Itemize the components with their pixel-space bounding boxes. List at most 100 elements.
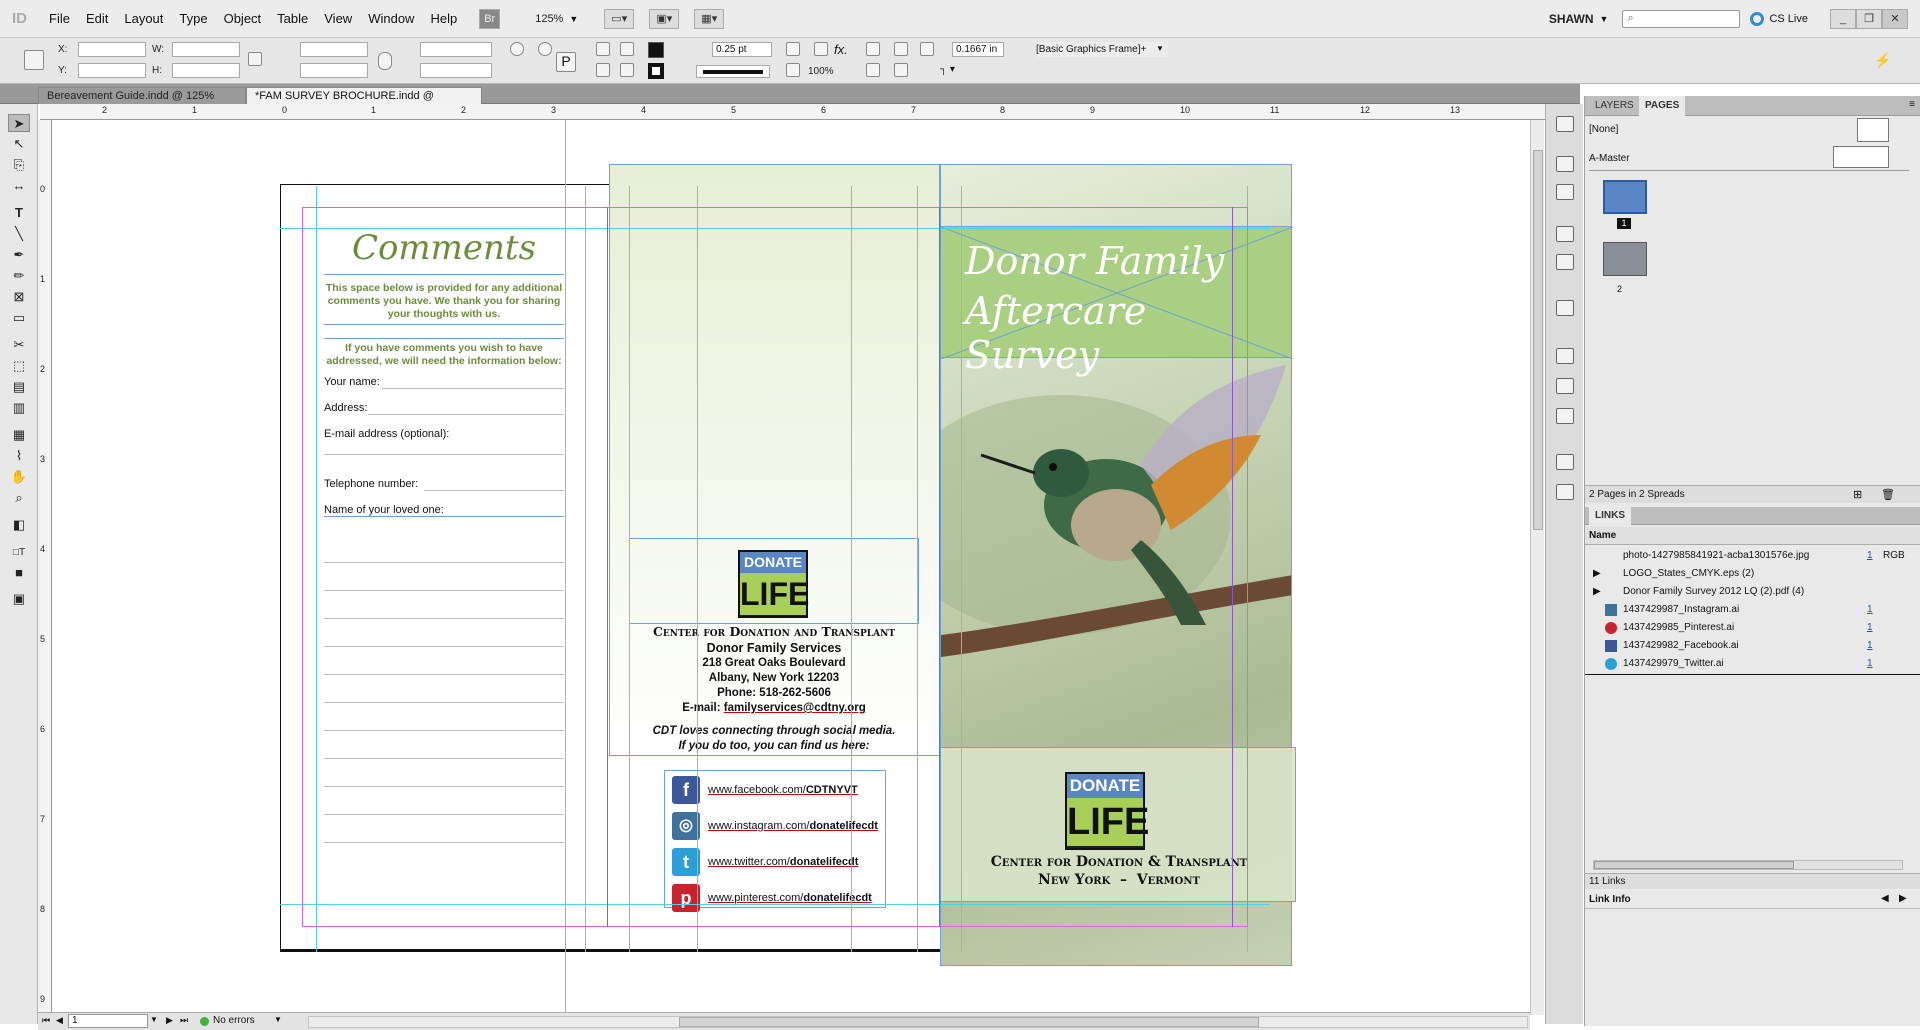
- tab-bereavement-guide[interactable]: Bereavement Guide.indd @ 125%: [38, 87, 246, 104]
- a-master[interactable]: A-Master: [1589, 153, 1630, 164]
- page-tool-icon[interactable]: ⎘: [8, 156, 30, 174]
- effects-icon[interactable]: fx.: [834, 42, 848, 57]
- link-page[interactable]: 1: [1867, 601, 1873, 619]
- y-field[interactable]: [78, 63, 146, 78]
- links-panel-icon[interactable]: [1556, 156, 1574, 172]
- corner-options-icon[interactable]: [920, 42, 934, 56]
- zoom-tool-icon[interactable]: ⌕: [8, 489, 30, 507]
- quick-apply-icon[interactable]: ⚡: [1874, 52, 1891, 69]
- gradient-swatch-tool-icon[interactable]: ▤: [8, 378, 30, 396]
- menu-object[interactable]: Object: [216, 11, 270, 26]
- tab-layers[interactable]: LAYERS: [1589, 96, 1640, 116]
- none-master[interactable]: [None]: [1589, 124, 1618, 135]
- character-styles-icon[interactable]: [1556, 348, 1574, 364]
- stroke-swatch[interactable]: [648, 63, 664, 79]
- paragraph-panel-icon[interactable]: [1556, 254, 1574, 270]
- screen-mode-button[interactable]: ▣▾: [649, 8, 680, 29]
- rotation-field[interactable]: [420, 42, 492, 57]
- wrap-bounding-icon[interactable]: [894, 42, 908, 56]
- scroll-thumb[interactable]: [1594, 861, 1794, 869]
- menu-help[interactable]: Help: [422, 11, 465, 26]
- previous-link-icon[interactable]: ◀: [1881, 893, 1889, 904]
- text-wrap-panel-icon[interactable]: [1556, 300, 1574, 316]
- opacity-value[interactable]: 100%: [808, 66, 834, 77]
- object-style-select[interactable]: [Basic Graphics Frame]+: [1036, 42, 1168, 57]
- email-link[interactable]: familyservices@cdtny.org: [724, 702, 866, 714]
- social-handle[interactable]: donatelifecdt: [809, 820, 877, 832]
- last-page-icon[interactable]: ⏭: [180, 1015, 188, 1026]
- link-row[interactable]: 1437429985_Pinterest.ai 1: [1587, 619, 1897, 637]
- corner-shape-select[interactable]: ┐ ▾: [940, 64, 955, 75]
- scale-x-field[interactable]: [300, 42, 368, 57]
- contact-block[interactable]: Center for Donation and Transplant Donor…: [629, 624, 919, 752]
- text-wrap-icon[interactable]: [866, 42, 880, 56]
- column-guide[interactable]: [851, 186, 852, 952]
- stroke-weight-field[interactable]: 0.25 pt: [712, 42, 772, 57]
- pen-tool-icon[interactable]: ✒: [8, 246, 30, 264]
- color-panel-icon[interactable]: [1556, 454, 1574, 470]
- rotate-cw-icon[interactable]: [510, 42, 524, 56]
- rotate-ccw-icon[interactable]: [538, 42, 552, 56]
- expand-icon[interactable]: ▶: [1593, 583, 1601, 601]
- menu-window[interactable]: Window: [360, 11, 422, 26]
- link-page[interactable]: 1: [1867, 637, 1873, 655]
- link-row[interactable]: ▶ LOGO_States_CMYK.eps (2): [1587, 565, 1897, 583]
- x-field[interactable]: [78, 42, 146, 57]
- menu-table[interactable]: Table: [269, 11, 316, 26]
- workspace-dropdown-icon[interactable]: ▼: [1600, 14, 1609, 24]
- select-container-icon[interactable]: [620, 42, 634, 56]
- page-thumb-2[interactable]: [1603, 242, 1647, 276]
- cs-live-label[interactable]: CS Live: [1769, 13, 1808, 25]
- first-page-icon[interactable]: ⏮: [42, 1015, 50, 1026]
- column-guide[interactable]: [961, 186, 962, 952]
- vertical-ruler[interactable]: 0 1 2 3 4 5 6 7 8 9: [38, 120, 52, 1015]
- field-address[interactable]: Address:: [324, 402, 367, 414]
- scroll-thumb[interactable]: [679, 1017, 1259, 1027]
- column-guide[interactable]: [917, 186, 918, 952]
- horizontal-ruler[interactable]: 2 1 0 1 2 3 4 5 6 7 8 9 10 11 12 13: [40, 104, 1570, 120]
- h-field[interactable]: [172, 63, 240, 78]
- document-canvas[interactable]: Donor Family Aftercare Survey DONATE LIF…: [52, 120, 1530, 1015]
- menu-file[interactable]: File: [41, 11, 78, 26]
- fill-stroke-icon[interactable]: ◧: [8, 516, 30, 540]
- fit-frame-icon[interactable]: [814, 42, 828, 56]
- zoom-level-select[interactable]: 125%: [535, 13, 563, 25]
- reference-point-icon[interactable]: [24, 50, 44, 70]
- arrange-documents-button[interactable]: ▦▾: [694, 8, 725, 29]
- scissors-tool-icon[interactable]: ✂: [8, 336, 30, 354]
- comment-lines[interactable]: [324, 540, 564, 870]
- field-your-name[interactable]: Your name:: [324, 376, 380, 388]
- preflight-status[interactable]: No errors: [213, 1015, 255, 1026]
- link-row[interactable]: photo-1427985841921-acba1301576e.jpg 1 RGB: [1587, 547, 1905, 565]
- note-tool-icon[interactable]: ▦: [8, 426, 30, 444]
- formatting-affects-icon[interactable]: □T: [8, 544, 30, 562]
- column-guide[interactable]: [585, 186, 586, 952]
- menu-view[interactable]: View: [316, 11, 360, 26]
- fill-swatch[interactable]: [648, 42, 664, 58]
- stroke-panel-icon[interactable]: [1556, 184, 1574, 200]
- none-master-thumb[interactable]: [1857, 118, 1889, 142]
- row-guide[interactable]: [280, 904, 1270, 905]
- column-guide[interactable]: [629, 186, 630, 952]
- jump-object-icon[interactable]: [894, 63, 908, 77]
- hand-tool-icon[interactable]: ✋: [8, 468, 30, 486]
- gradient-panel-icon[interactable]: [1556, 484, 1574, 500]
- view-options-button[interactable]: ▭▾: [604, 8, 635, 29]
- field-loved-one[interactable]: Name of your loved one:: [324, 504, 444, 516]
- link-row[interactable]: 1437429982_Facebook.ai 1: [1587, 637, 1897, 655]
- cover-title-band[interactable]: Donor Family Aftercare Survey: [940, 226, 1293, 377]
- pages-panel-icon[interactable]: [1556, 116, 1574, 132]
- next-link-icon[interactable]: ▶: [1899, 893, 1907, 904]
- next-page-icon[interactable]: ▶: [166, 1015, 173, 1026]
- eyedropper-tool-icon[interactable]: ⌇: [8, 447, 30, 465]
- zoom-dropdown-icon[interactable]: ▼: [569, 14, 578, 24]
- expand-icon[interactable]: ▶: [1593, 565, 1601, 583]
- search-field[interactable]: ⌕: [1622, 9, 1741, 28]
- stroke-type-select[interactable]: [696, 65, 770, 78]
- line-tool-icon[interactable]: ╲: [8, 225, 30, 243]
- link-page[interactable]: 1: [1867, 619, 1873, 637]
- gap-tool-icon[interactable]: ↔: [8, 177, 30, 195]
- rectangle-frame-tool-icon[interactable]: ⊠: [8, 288, 30, 306]
- apply-color-icon[interactable]: ■: [8, 564, 30, 582]
- selection-tool-icon[interactable]: ➤: [8, 114, 30, 132]
